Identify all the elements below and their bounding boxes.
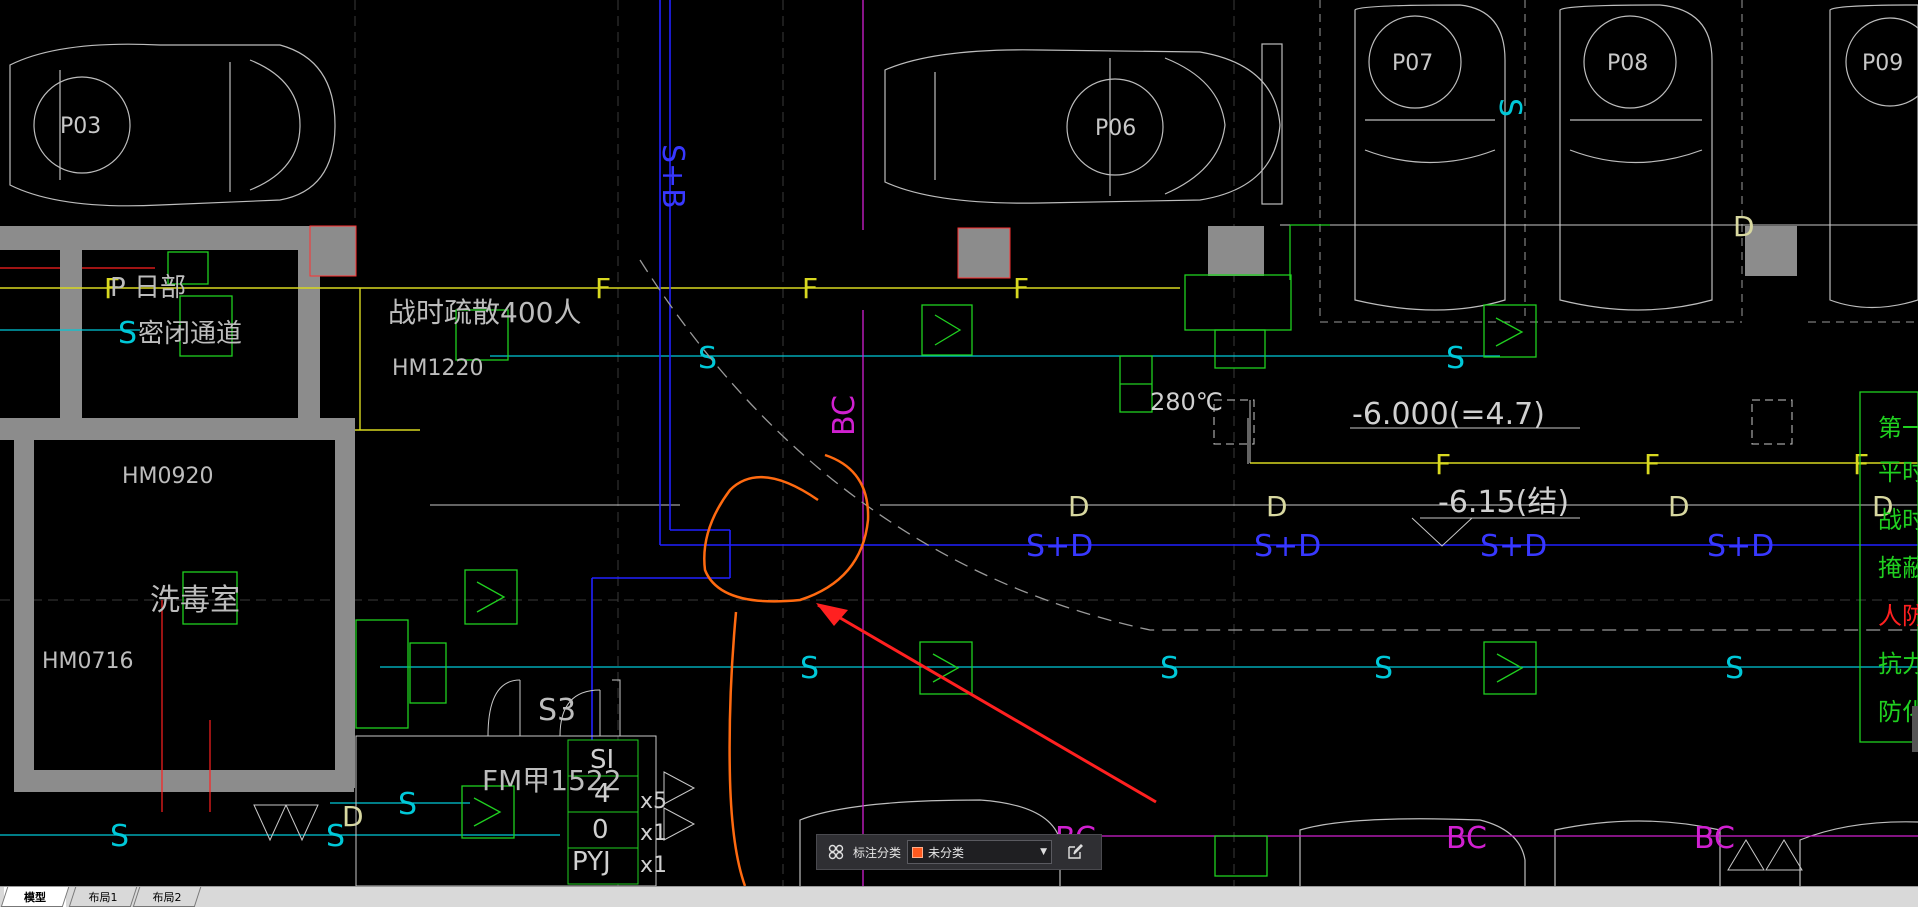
tab-layout1-label: 布局1 bbox=[88, 891, 118, 904]
sd-marker: S+D bbox=[1026, 529, 1093, 564]
elevation-1: -6.000(=4.7) bbox=[1352, 397, 1545, 432]
annotation-category-select[interactable]: 未分类 ▼ bbox=[907, 840, 1053, 864]
parking-label-p03: P03 bbox=[60, 114, 101, 139]
bc-marker: BC bbox=[1694, 821, 1735, 856]
annotation-category-label: 标注分类 bbox=[853, 845, 902, 860]
door-code-hm1220: HM1220 bbox=[392, 356, 484, 381]
d-marker: D bbox=[1668, 490, 1690, 523]
s-marker: S bbox=[1725, 651, 1744, 686]
f-marker: F bbox=[1853, 448, 1869, 481]
pyj-label: x1 bbox=[640, 853, 667, 878]
s-marker: S bbox=[398, 787, 417, 822]
s-marker: S bbox=[1374, 651, 1393, 686]
layout-tab-bar: 模型 布局1 布局2 bbox=[0, 886, 1918, 907]
f-marker: F bbox=[595, 272, 611, 305]
category-color-swatch bbox=[912, 846, 924, 858]
d-marker: D bbox=[1266, 490, 1288, 523]
chevron-down-icon: ▼ bbox=[1040, 847, 1048, 857]
d-marker: D bbox=[1068, 490, 1090, 523]
s-marker: S bbox=[698, 341, 717, 376]
pyj-label: x5 bbox=[640, 789, 667, 814]
tab-model[interactable]: 模型 bbox=[0, 887, 70, 907]
bc-marker: BC bbox=[1446, 821, 1487, 856]
tab-layout2[interactable]: 布局2 bbox=[132, 887, 202, 907]
door-code-fm1522: FM甲1522 bbox=[482, 764, 622, 797]
legend-item: 战时 bbox=[1878, 506, 1918, 534]
legend-item: 抗力 bbox=[1878, 650, 1918, 678]
s-marker: S bbox=[118, 316, 137, 351]
pyj-label: PYJ bbox=[572, 847, 611, 877]
parking-label-p09: P09 bbox=[1862, 51, 1903, 76]
tab-model-label: 模型 bbox=[24, 891, 46, 904]
d-marker: D bbox=[1733, 210, 1755, 243]
tab-layout1[interactable]: 布局1 bbox=[68, 887, 138, 907]
sd-marker: S+D bbox=[1707, 529, 1774, 564]
door-code-hm0716: HM0716 bbox=[42, 649, 134, 674]
sd-marker: S+D bbox=[1480, 529, 1547, 564]
sd-marker: S+D bbox=[1254, 529, 1321, 564]
parking-label-p06: P06 bbox=[1095, 116, 1136, 141]
right-scroll-handle[interactable] bbox=[1912, 706, 1918, 752]
door-code-hm0920: HM0920 bbox=[122, 464, 214, 489]
f-marker: F bbox=[1435, 448, 1451, 481]
f-marker: F bbox=[802, 272, 818, 305]
legend-item: 人防 bbox=[1878, 602, 1918, 630]
passage-label-2: 密闭通道 bbox=[138, 319, 242, 349]
pyj-label: 0 bbox=[592, 815, 609, 845]
grid-icon[interactable] bbox=[823, 839, 849, 865]
f-marker: F bbox=[1013, 272, 1029, 305]
annotation-toolbar: 标注分类 未分类 ▼ bbox=[816, 834, 1102, 870]
s-marker-vertical: S bbox=[1492, 98, 1527, 117]
s-marker: S bbox=[110, 819, 129, 854]
d-marker: D bbox=[342, 800, 364, 833]
decontam-room-label: 洗毒室 bbox=[150, 583, 240, 618]
legend-item: 平时 bbox=[1878, 458, 1918, 486]
parking-label-p08: P08 bbox=[1607, 51, 1648, 76]
passage-label-1: P 日部 bbox=[110, 273, 186, 303]
sbd-marker-vertical: S+B bbox=[655, 144, 690, 209]
s-marker: S bbox=[800, 651, 819, 686]
s-marker: S bbox=[1160, 651, 1179, 686]
bc-marker-vertical: BC bbox=[827, 395, 862, 436]
legend-item: 第一 bbox=[1878, 414, 1918, 442]
annotation-category-value: 未分类 bbox=[928, 845, 965, 860]
temperature-label: 280℃ bbox=[1150, 388, 1223, 416]
parking-label-p07: P07 bbox=[1392, 51, 1433, 76]
cad-drawing-canvas[interactable]: P03 P06 P07 P08 P09 F F F F F F F D D D … bbox=[0, 0, 1918, 886]
tab-layout2-label: 布局2 bbox=[152, 891, 182, 904]
s-marker: S bbox=[326, 819, 345, 854]
evac-text: 战时疏散400人 bbox=[388, 296, 581, 329]
pyj-label: x1 bbox=[640, 821, 667, 846]
edit-icon[interactable] bbox=[1062, 839, 1088, 865]
f-marker: F bbox=[1644, 448, 1660, 481]
elevation-2: -6.15(结) bbox=[1438, 485, 1569, 520]
s-marker: S bbox=[1446, 341, 1465, 376]
legend-item: 掩蔽 bbox=[1878, 554, 1918, 582]
door-code-s3: S3 bbox=[538, 693, 576, 728]
